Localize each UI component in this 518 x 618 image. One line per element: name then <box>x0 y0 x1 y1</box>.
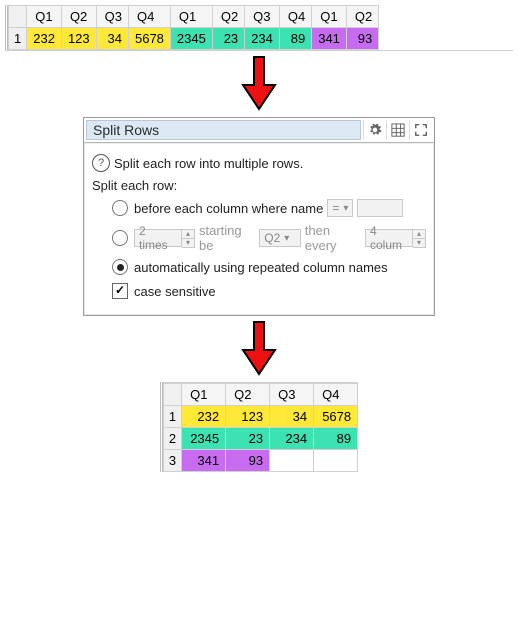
row-number: 3 <box>163 450 181 472</box>
dialog-title: Split Rows <box>86 120 361 140</box>
corner-cell <box>9 6 27 28</box>
arrow-down-1 <box>5 55 513 111</box>
data-cell: 23 <box>212 28 244 50</box>
data-cell: 93 <box>226 450 270 472</box>
column-header: Q4 <box>128 6 170 28</box>
data-cell: 123 <box>226 406 270 428</box>
column-header: Q3 <box>96 6 128 28</box>
data-cell: 341 <box>312 28 347 50</box>
row-number: 1 <box>9 28 27 50</box>
data-cell: 34 <box>270 406 314 428</box>
column-header: Q1 <box>182 384 226 406</box>
opt1-label: before each column where name <box>134 201 323 216</box>
column-header: Q2 <box>61 6 96 28</box>
column-header: Q3 <box>270 384 314 406</box>
radio-auto-repeated[interactable] <box>112 259 128 275</box>
column-header: Q2 <box>212 6 244 28</box>
data-cell: 89 <box>314 428 358 450</box>
column-header: Q1 <box>27 6 62 28</box>
every-spinner[interactable]: 4 colum ▴▾ <box>365 229 426 248</box>
data-cell: 232 <box>182 406 226 428</box>
data-cell <box>314 450 358 472</box>
data-cell: 5678 <box>128 28 170 50</box>
opt2-mid: starting be <box>199 223 255 253</box>
case-sensitive-label: case sensitive <box>134 284 216 299</box>
opt3-label: automatically using repeated column name… <box>134 260 388 275</box>
operator-dropdown[interactable]: = <box>327 199 353 217</box>
data-cell: 23 <box>226 428 270 450</box>
column-header: Q2 <box>346 6 378 28</box>
name-value-field[interactable] <box>357 199 403 217</box>
data-cell: 232 <box>27 28 62 50</box>
column-header: Q4 <box>279 6 311 28</box>
split-each-row-label: Split each row: <box>92 178 177 193</box>
grid-icon[interactable] <box>386 120 409 140</box>
data-cell: 2345 <box>182 428 226 450</box>
help-icon[interactable]: ? <box>92 154 110 172</box>
radio-before-column[interactable] <box>112 200 128 216</box>
case-sensitive-checkbox[interactable] <box>112 283 128 299</box>
column-header: Q1 <box>170 6 212 28</box>
row-number: 2 <box>163 428 181 450</box>
data-cell: 2345 <box>170 28 212 50</box>
times-spinner[interactable]: 2 times ▴▾ <box>134 229 195 248</box>
column-header: Q1 <box>312 6 347 28</box>
data-cell: 5678 <box>314 406 358 428</box>
output-table: Q1Q2Q3Q4 1232123345678 223452323489 334193 <box>160 382 358 472</box>
expand-icon[interactable] <box>409 120 432 140</box>
data-cell: 341 <box>182 450 226 472</box>
data-cell: 34 <box>96 28 128 50</box>
gear-icon[interactable] <box>363 120 386 140</box>
data-cell: 234 <box>270 428 314 450</box>
column-header: Q3 <box>245 6 280 28</box>
row-number: 1 <box>163 406 181 428</box>
start-column-dropdown[interactable]: Q2 <box>259 229 301 247</box>
data-cell: 89 <box>279 28 311 50</box>
data-cell: 93 <box>346 28 378 50</box>
corner-cell <box>163 384 181 406</box>
column-header: Q2 <box>226 384 270 406</box>
data-cell <box>270 450 314 472</box>
split-rows-dialog: Split Rows ? Split each row into multipl… <box>83 117 435 316</box>
dialog-description: Split each row into multiple rows. <box>114 156 303 171</box>
radio-n-times[interactable] <box>112 230 128 246</box>
data-cell: 123 <box>61 28 96 50</box>
arrow-down-2 <box>5 320 513 376</box>
column-header: Q4 <box>314 384 358 406</box>
input-table: Q1Q2Q3Q4Q1Q2Q3Q4Q1Q212321233456782345232… <box>5 5 513 51</box>
data-cell: 234 <box>245 28 280 50</box>
opt2-then: then every <box>305 223 361 253</box>
